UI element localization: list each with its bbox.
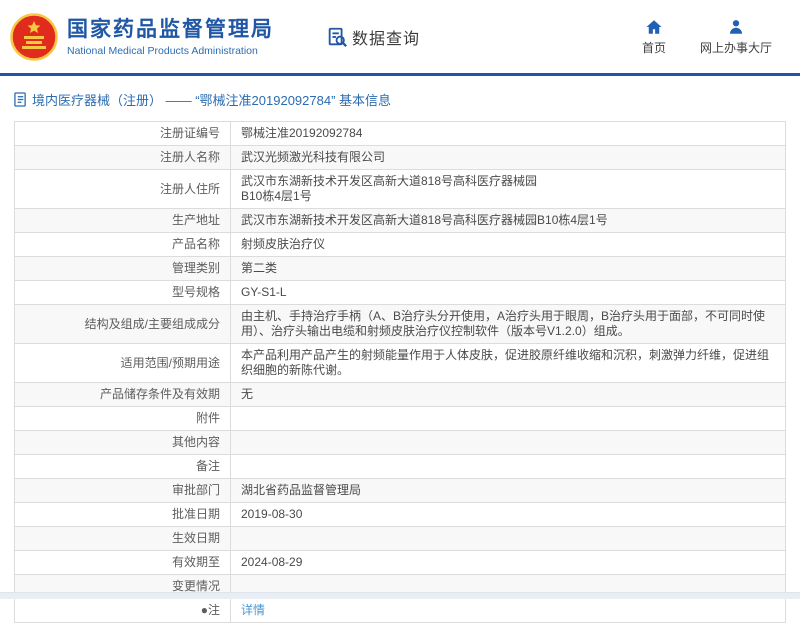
row-label: 注册证编号 — [15, 122, 231, 146]
row-label: 产品名称 — [15, 233, 231, 257]
row-label: 审批部门 — [15, 479, 231, 503]
data-query-label: 数据查询 — [352, 25, 420, 49]
table-row: ●注详情 — [15, 599, 786, 623]
table-row: 其他内容 — [15, 431, 786, 455]
row-value: 武汉市东湖新技术开发区高新大道818号高科医疗器械园B10栋4层1号 — [231, 209, 786, 233]
footer-strip — [0, 592, 800, 599]
site-title-block: 国家药品监督管理局 National Medical Products Admi… — [67, 17, 274, 57]
table-row: 注册人住所武汉市东湖新技术开发区高新大道818号高科医疗器械园 B10栋4层1号 — [15, 170, 786, 209]
row-value: 详情 — [231, 599, 786, 623]
details-link[interactable]: 详情 — [241, 603, 265, 617]
header: 国家药品监督管理局 National Medical Products Admi… — [0, 0, 800, 73]
row-label: 有效期至 — [15, 551, 231, 575]
nav-home-label: 首页 — [642, 39, 666, 56]
table-row: 备注 — [15, 455, 786, 479]
row-value: 射频皮肤治疗仪 — [231, 233, 786, 257]
row-label: 生产地址 — [15, 209, 231, 233]
table-row: 审批部门湖北省药品监督管理局 — [15, 479, 786, 503]
table-row: 型号规格GY-S1-L — [15, 281, 786, 305]
row-value: 第二类 — [231, 257, 786, 281]
table-row: 注册证编号鄂械注准20192092784 — [15, 122, 786, 146]
row-label: 附件 — [15, 407, 231, 431]
row-value — [231, 431, 786, 455]
site-title: 国家药品监督管理局 — [67, 17, 274, 42]
document-icon — [14, 92, 27, 107]
nav-service-hall[interactable]: 网上办事大厅 — [700, 18, 772, 56]
row-value — [231, 527, 786, 551]
row-label: 注册人名称 — [15, 146, 231, 170]
table-row: 适用范围/预期用途本产品利用产品产生的射频能量作用于人体皮肤，促进胶原纤维收缩和… — [15, 344, 786, 383]
row-value — [231, 455, 786, 479]
row-value: 2019-08-30 — [231, 503, 786, 527]
registration-info-table-body: 注册证编号鄂械注准20192092784注册人名称武汉光频激光科技有限公司注册人… — [15, 122, 786, 623]
nav-service-hall-label: 网上办事大厅 — [700, 39, 772, 56]
home-icon — [645, 18, 663, 36]
table-row: 有效期至2024-08-29 — [15, 551, 786, 575]
table-row: 批准日期2019-08-30 — [15, 503, 786, 527]
row-value: 2024-08-29 — [231, 551, 786, 575]
table-row: 结构及组成/主要组成成分由主机、手持治疗手柄（A、B治疗头分开使用，A治疗头用于… — [15, 305, 786, 344]
data-query-icon — [326, 26, 348, 48]
row-value: 武汉市东湖新技术开发区高新大道818号高科医疗器械园 B10栋4层1号 — [231, 170, 786, 209]
row-value: 武汉光频激光科技有限公司 — [231, 146, 786, 170]
table-row: 生效日期 — [15, 527, 786, 551]
data-query-link[interactable]: 数据查询 — [326, 25, 420, 49]
site-logo[interactable]: 国家药品监督管理局 National Medical Products Admi… — [10, 13, 274, 61]
national-emblem-icon — [10, 13, 58, 61]
row-label: 注册人住所 — [15, 170, 231, 209]
row-label: 型号规格 — [15, 281, 231, 305]
table-row: 注册人名称武汉光频激光科技有限公司 — [15, 146, 786, 170]
table-row: 产品名称射频皮肤治疗仪 — [15, 233, 786, 257]
row-label: ●注 — [15, 599, 231, 623]
row-value: 由主机、手持治疗手柄（A、B治疗头分开使用，A治疗头用于眼周，B治疗头用于面部，… — [231, 305, 786, 344]
row-label: 备注 — [15, 455, 231, 479]
user-icon — [727, 18, 745, 36]
row-label: 管理类别 — [15, 257, 231, 281]
row-label: 产品储存条件及有效期 — [15, 383, 231, 407]
breadcrumb: 境内医疗器械（注册） —— “鄂械注准20192092784” 基本信息 — [0, 76, 800, 119]
row-label: 生效日期 — [15, 527, 231, 551]
row-value: GY-S1-L — [231, 281, 786, 305]
site-subtitle: National Medical Products Administration — [67, 45, 274, 57]
table-row: 管理类别第二类 — [15, 257, 786, 281]
table-row: 附件 — [15, 407, 786, 431]
row-label: 适用范围/预期用途 — [15, 344, 231, 383]
breadcrumb-text: 境内医疗器械（注册） —— “鄂械注准20192092784” 基本信息 — [32, 90, 391, 109]
header-nav: 首页 网上办事大厅 — [642, 18, 772, 56]
row-label: 批准日期 — [15, 503, 231, 527]
row-label: 其他内容 — [15, 431, 231, 455]
row-value: 无 — [231, 383, 786, 407]
row-value: 鄂械注准20192092784 — [231, 122, 786, 146]
row-value — [231, 407, 786, 431]
registration-info-table: 注册证编号鄂械注准20192092784注册人名称武汉光频激光科技有限公司注册人… — [14, 121, 786, 623]
row-label: 结构及组成/主要组成成分 — [15, 305, 231, 344]
row-value: 本产品利用产品产生的射频能量作用于人体皮肤，促进胶原纤维收缩和沉积，刺激弹力纤维… — [231, 344, 786, 383]
table-row: 生产地址武汉市东湖新技术开发区高新大道818号高科医疗器械园B10栋4层1号 — [15, 209, 786, 233]
nav-home[interactable]: 首页 — [642, 18, 666, 56]
table-row: 产品储存条件及有效期无 — [15, 383, 786, 407]
row-value: 湖北省药品监督管理局 — [231, 479, 786, 503]
